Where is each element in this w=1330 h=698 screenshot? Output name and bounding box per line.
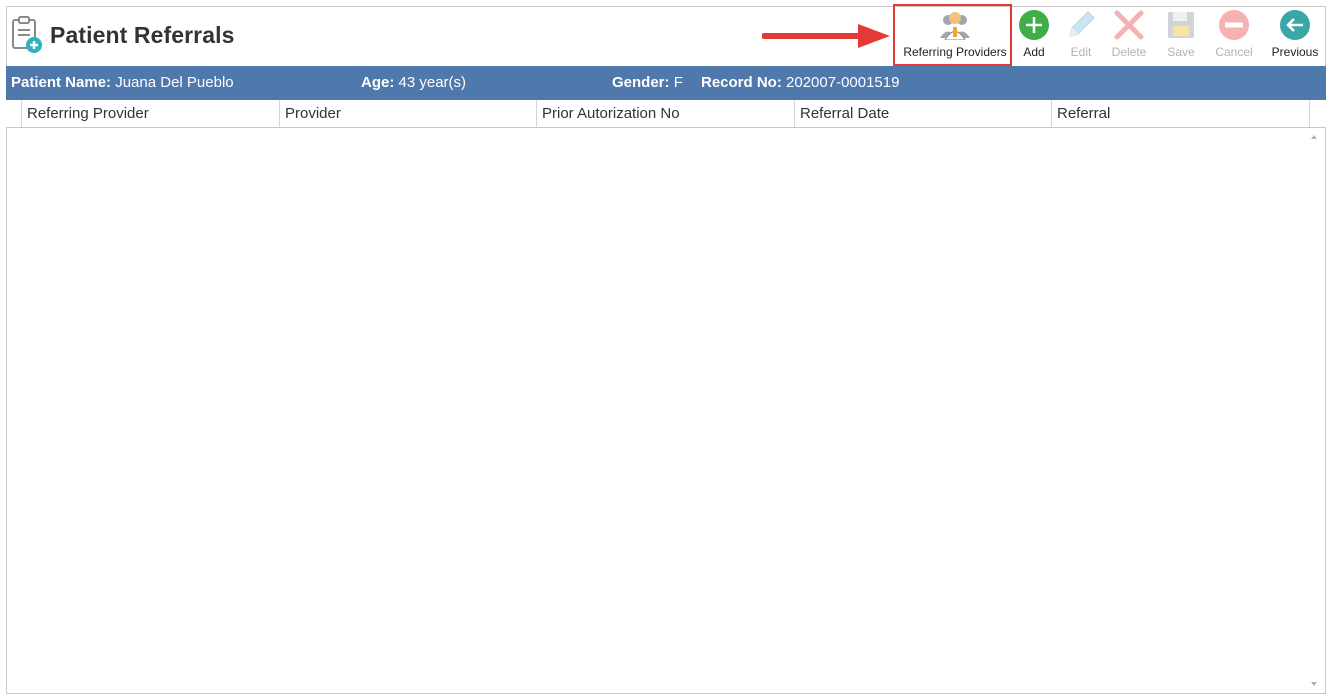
referrals-grid-body bbox=[7, 128, 1325, 693]
cancel-button[interactable]: Cancel bbox=[1212, 8, 1256, 62]
add-label: Add bbox=[1023, 45, 1045, 59]
pencil-icon bbox=[1069, 11, 1095, 37]
patient-record-label: Record No: bbox=[701, 74, 782, 91]
delete-button[interactable]: Delete bbox=[1106, 8, 1152, 62]
scroll-down-arrow-icon[interactable] bbox=[1308, 678, 1320, 690]
patient-age-label: Age: bbox=[361, 74, 395, 91]
column-header-referring-provider[interactable]: Referring Provider bbox=[22, 100, 280, 127]
highlight-box-annotation bbox=[893, 4, 1012, 66]
patient-info-bar: Patient Name: Juana Del Pueblo Age: 43 y… bbox=[6, 66, 1326, 100]
patient-name-label: Patient Name: bbox=[11, 74, 112, 91]
column-header-referral[interactable]: Referral bbox=[1052, 100, 1310, 127]
patient-gender-value: F bbox=[673, 74, 683, 91]
floppy-save-icon bbox=[1168, 12, 1194, 38]
patient-name: Patient Name: Juana Del Pueblo bbox=[11, 74, 234, 91]
add-button[interactable]: Add bbox=[1014, 8, 1054, 62]
clipboard-add-icon bbox=[12, 16, 42, 53]
patient-gender-label: Gender: bbox=[612, 74, 670, 91]
patient-record-value: 202007-0001519 bbox=[786, 74, 900, 91]
back-arrow-icon bbox=[1280, 10, 1310, 40]
save-label: Save bbox=[1167, 45, 1195, 59]
delete-x-icon bbox=[1114, 10, 1144, 40]
scroll-up-arrow-icon[interactable] bbox=[1308, 131, 1320, 143]
patient-record: Record No: 202007-0001519 bbox=[701, 74, 899, 91]
cancel-minus-icon bbox=[1219, 10, 1249, 40]
red-arrow-annotation bbox=[762, 24, 890, 48]
page-title: Patient Referrals bbox=[50, 22, 235, 48]
row-selector-header bbox=[6, 100, 22, 127]
column-header-referral-date[interactable]: Referral Date bbox=[795, 100, 1052, 127]
save-button[interactable]: Save bbox=[1161, 8, 1201, 62]
patient-age: Age: 43 year(s) bbox=[361, 74, 466, 91]
patient-age-value: 43 year(s) bbox=[398, 74, 467, 91]
edit-button[interactable]: Edit bbox=[1061, 8, 1101, 62]
patient-name-value: Juana Del Pueblo bbox=[115, 74, 234, 91]
delete-label: Delete bbox=[1111, 45, 1147, 59]
add-icon bbox=[1019, 10, 1049, 40]
patient-gender: Gender: F bbox=[612, 74, 683, 91]
cancel-label: Cancel bbox=[1215, 45, 1253, 59]
column-header-provider[interactable]: Provider bbox=[280, 100, 537, 127]
referrals-grid-header: Referring Provider Provider Prior Autori… bbox=[6, 100, 1326, 128]
previous-button[interactable]: Previous bbox=[1268, 8, 1322, 62]
previous-label: Previous bbox=[1271, 45, 1319, 59]
column-header-prior-authorization-no[interactable]: Prior Autorization No bbox=[537, 100, 795, 127]
edit-label: Edit bbox=[1070, 45, 1092, 59]
